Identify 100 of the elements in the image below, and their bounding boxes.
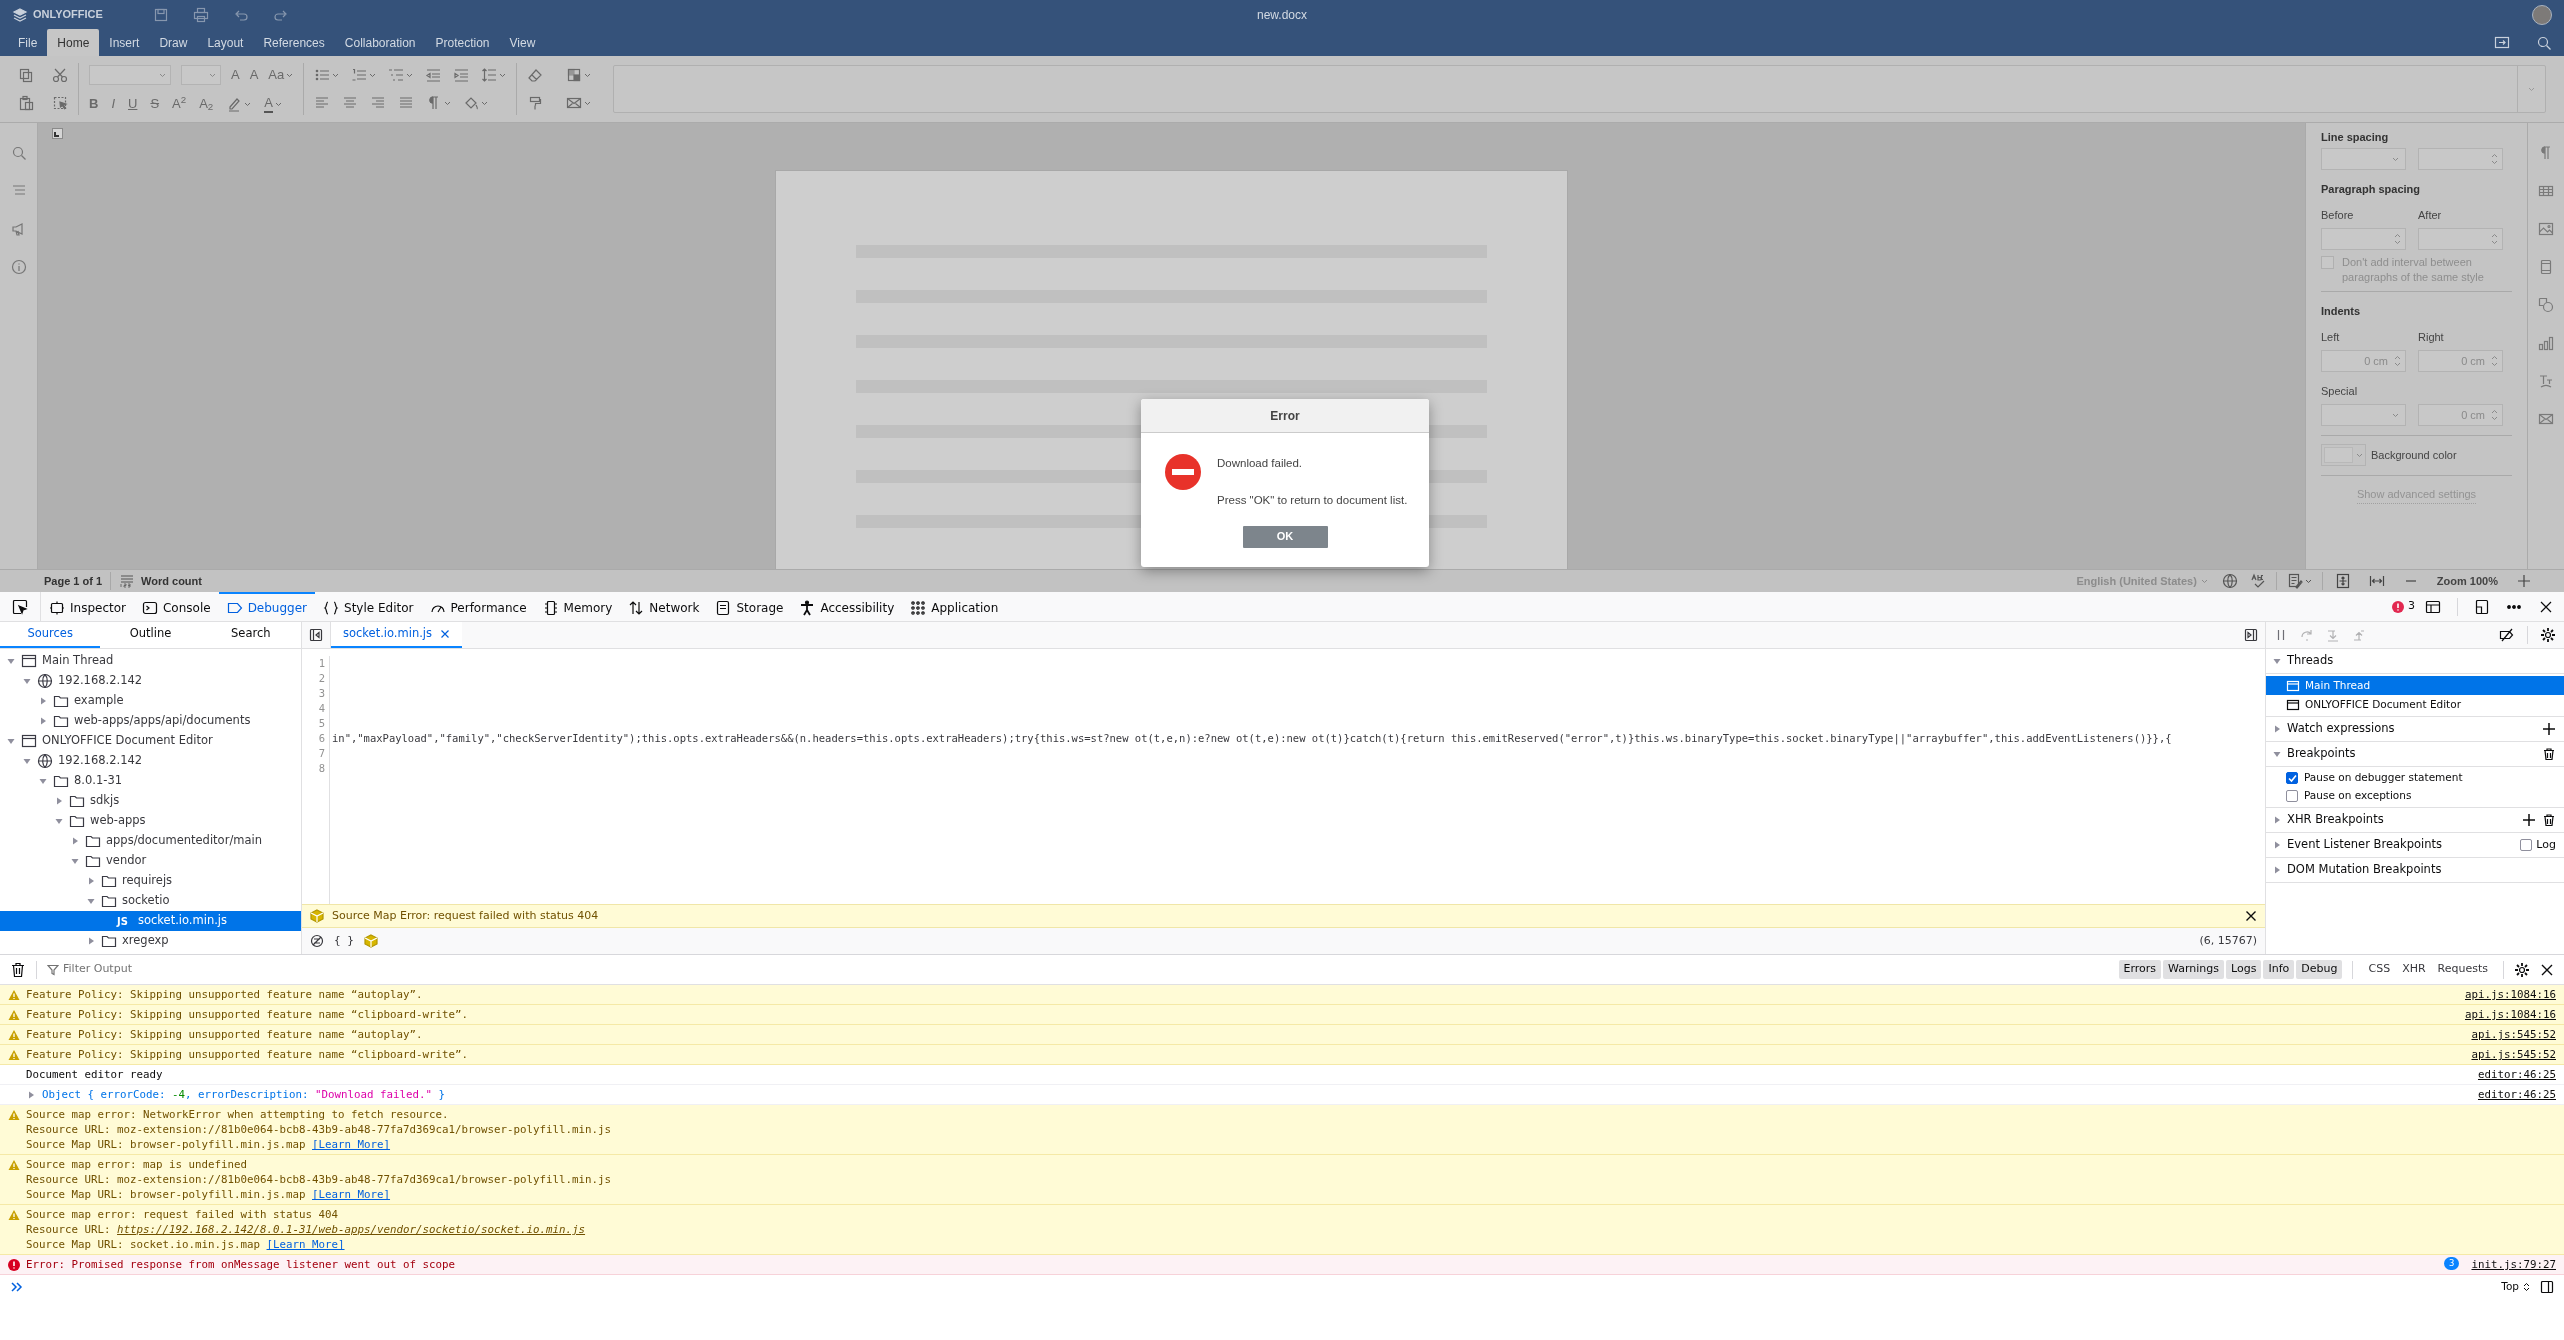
dock-icon[interactable] (2474, 598, 2490, 615)
caret-icon[interactable] (499, 72, 507, 78)
source-location-link[interactable]: editor:46:25 (2478, 1067, 2556, 1082)
menu-tab[interactable]: Home (47, 29, 100, 56)
fit-page-icon[interactable] (2334, 573, 2351, 589)
expand-arrow-icon[interactable] (54, 816, 64, 826)
sources-tab[interactable]: Sources (0, 622, 101, 648)
pane-header[interactable]: XHR Breakpoints (2266, 808, 2564, 832)
expand-arrow-icon[interactable] (38, 696, 48, 706)
spellcheck-icon[interactable] (2249, 573, 2266, 589)
expand-arrow-icon[interactable] (22, 756, 32, 766)
mail-merge-icon[interactable] (566, 95, 583, 111)
tree-item[interactable]: 192.168.2.142 (0, 751, 301, 771)
expand-arrow-icon[interactable] (6, 736, 16, 746)
close-tab-icon[interactable] (440, 629, 451, 639)
devtools-tab[interactable]: Performance (421, 592, 535, 621)
expand-arrow-icon[interactable] (2272, 749, 2282, 759)
clear-console-icon[interactable] (10, 961, 26, 978)
multilevel-list-icon[interactable] (388, 67, 405, 83)
cut-icon[interactable] (52, 67, 68, 83)
tree-item[interactable]: 8.0.1-31 (0, 771, 301, 791)
source-location-link[interactable]: api.js:1084:16 (2465, 1007, 2556, 1022)
mail-merge-icon[interactable] (2538, 411, 2554, 427)
filter-toggle[interactable]: XHR (2397, 960, 2431, 979)
devtools-tab[interactable]: Network (620, 592, 708, 621)
copy-style-icon[interactable] (527, 95, 544, 111)
interval-checkbox[interactable] (2321, 256, 2334, 269)
clear-style-icon[interactable] (527, 67, 544, 83)
save-icon[interactable] (152, 6, 169, 23)
filter-field[interactable]: Filter Output (63, 961, 2109, 978)
filter-toggle[interactable]: Requests (2432, 960, 2493, 979)
toggle-sidebar-icon[interactable] (309, 628, 323, 642)
editor-tab[interactable]: socket.io.min.js (331, 622, 463, 648)
context-selector[interactable]: Top (2501, 1279, 2530, 1295)
ok-button[interactable]: OK (1242, 525, 1328, 548)
select-all-icon[interactable] (52, 95, 68, 111)
print-icon[interactable] (192, 6, 209, 23)
learn-more-link[interactable]: [Learn More] (312, 1137, 391, 1152)
step-out-icon[interactable] (2352, 628, 2366, 642)
fit-width-icon[interactable] (2368, 573, 2385, 589)
settings-icon[interactable] (2540, 627, 2556, 643)
language-icon[interactable] (2221, 573, 2238, 589)
devtools-tab[interactable]: Console (134, 592, 219, 621)
pane-header[interactable]: Threads (2266, 649, 2564, 673)
pane-header[interactable]: Watch expressions (2266, 717, 2564, 741)
thread-item[interactable]: ONLYOFFICE Document Editor (2266, 695, 2564, 714)
line-spacing-value-field[interactable] (2418, 148, 2503, 170)
increase-indent-icon[interactable] (453, 67, 470, 83)
paste-icon[interactable] (18, 95, 34, 111)
error-count[interactable]: 3 (2408, 598, 2415, 615)
header-footer-icon[interactable] (2538, 259, 2554, 275)
breakpoint-option[interactable]: Pause on debugger statement (2266, 769, 2564, 787)
pane-header[interactable]: Breakpoints (2266, 742, 2564, 766)
align-center-icon[interactable] (342, 95, 359, 111)
menu-tab[interactable]: Collaboration (334, 29, 426, 56)
caret-icon[interactable] (444, 100, 452, 106)
pane-header[interactable]: DOM Mutation Breakpoints (2266, 858, 2564, 882)
caret-icon[interactable] (369, 72, 377, 78)
tree-item[interactable]: JS socket.io.min.js (0, 911, 301, 931)
remove-all-icon[interactable] (2542, 813, 2556, 827)
spinner-arrows-icon[interactable] (2491, 153, 2498, 165)
expand-arrow-icon[interactable] (2272, 724, 2282, 734)
deactivate-breakpoints-icon[interactable] (2499, 627, 2515, 643)
font-size-field[interactable] (181, 65, 221, 85)
tree-item[interactable]: apps/documenteditor/main (0, 831, 301, 851)
log-checkbox[interactable]: Log (2520, 836, 2556, 854)
menu-tab[interactable]: View (499, 29, 546, 56)
caret-icon[interactable] (209, 72, 216, 78)
thread-item[interactable]: Main Thread (2266, 676, 2564, 695)
sources-tab[interactable]: Search (200, 622, 301, 648)
caret-icon[interactable] (286, 72, 294, 78)
step-in-icon[interactable] (2326, 628, 2340, 642)
color-scheme-icon[interactable] (566, 67, 583, 83)
devtools-tab[interactable]: Style Editor (315, 592, 422, 621)
expand-arrow-icon[interactable] (2272, 840, 2282, 850)
toggle-sidebar-icon[interactable] (2244, 628, 2258, 642)
close-icon[interactable] (2540, 962, 2554, 977)
tree-item[interactable]: ONLYOFFICE Document Editor (0, 731, 301, 751)
filter-toggle[interactable]: Debug (2296, 960, 2343, 979)
menu-tab[interactable]: Insert (99, 29, 150, 56)
caret-icon[interactable] (584, 100, 592, 106)
spinner-arrows-icon[interactable] (2394, 355, 2401, 367)
font-name-field[interactable] (89, 65, 171, 85)
tree-item[interactable]: requirejs (0, 871, 301, 891)
spinner-arrows-icon[interactable] (2491, 233, 2498, 245)
source-location-link[interactable]: api.js:545:52 (2471, 1047, 2556, 1062)
align-left-icon[interactable] (314, 95, 331, 111)
line-spacing-icon[interactable] (481, 67, 498, 83)
special-indent-field[interactable] (2321, 404, 2406, 426)
source-location-link[interactable]: api.js:1084:16 (2465, 987, 2556, 1002)
caret-icon[interactable] (2356, 452, 2363, 458)
caret-icon[interactable] (2200, 578, 2208, 584)
blackbox-icon[interactable] (310, 934, 324, 948)
search-icon[interactable] (10, 145, 27, 161)
word-count-button[interactable]: Word count (111, 572, 210, 590)
caret-icon[interactable] (2304, 578, 2312, 584)
avatar[interactable] (2532, 4, 2552, 25)
caret-icon[interactable] (584, 72, 592, 78)
element-picker-icon[interactable] (12, 598, 28, 615)
chart-settings-icon[interactable] (2538, 335, 2554, 351)
